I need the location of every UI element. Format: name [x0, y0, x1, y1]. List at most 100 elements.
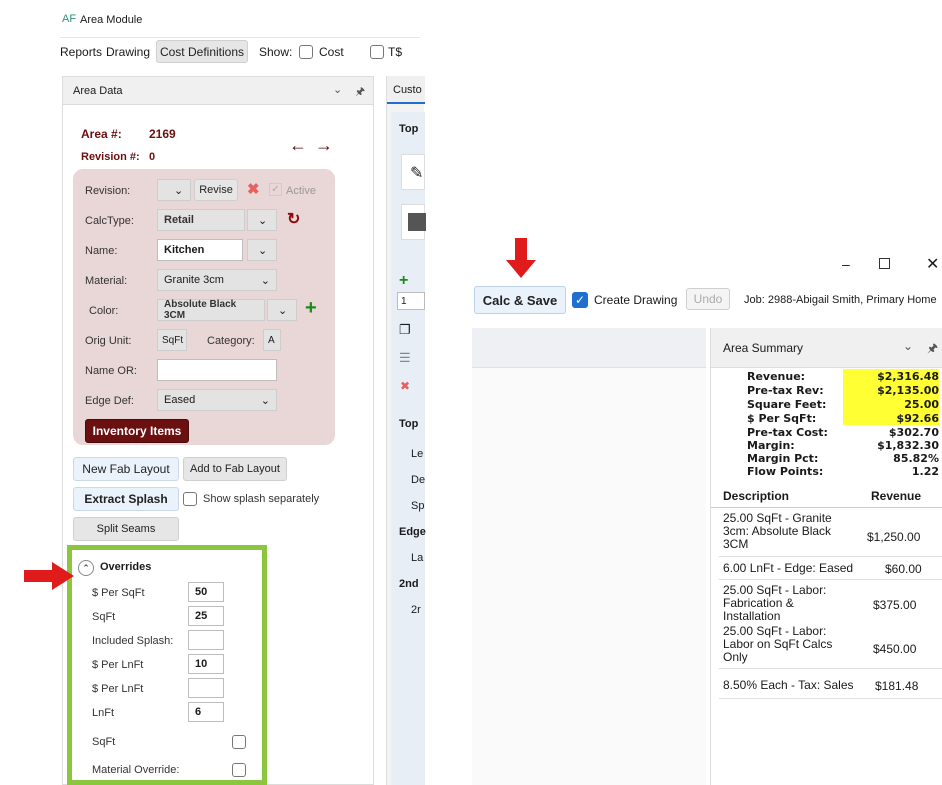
extract-splash-button[interactable]: Extract Splash — [73, 487, 179, 511]
delete-x-icon[interactable]: ✖ — [247, 180, 260, 198]
color-dropdown[interactable]: ⌄ — [267, 299, 297, 321]
active-label: Active — [286, 185, 316, 197]
pin-icon[interactable]: 🖈 — [355, 83, 365, 102]
new-fab-layout-button[interactable]: New Fab Layout — [73, 457, 179, 481]
inventory-items-button[interactable]: Inventory Items — [85, 419, 189, 443]
col-revenue: Revenue — [871, 489, 922, 503]
name-or-field[interactable] — [157, 359, 277, 381]
pencil-icon-button[interactable]: ✎ — [401, 154, 425, 190]
minimize-icon[interactable]: – — [842, 256, 850, 272]
undo-button[interactable]: Undo — [686, 288, 730, 310]
panel-title: Area Data — [73, 85, 123, 97]
panel-header: Area Data ⌄ 🖈 — [63, 77, 373, 105]
collapse-chevron-icon[interactable]: ⌃ — [78, 560, 94, 576]
area-data-panel: Area Data ⌄ 🖈 Area #: 2169 Revision #: 0… — [62, 76, 374, 785]
area-number-label: Area #: — [81, 127, 122, 141]
line-description: 25.00 SqFt - Labor: Fabrication & Instal… — [723, 583, 827, 623]
material-dropdown[interactable]: Granite 3cm ⌄ — [157, 269, 277, 291]
overrides-section: ⌃ Overrides $ Per SqFt 50 SqFt 25 Includ… — [67, 545, 267, 785]
summary-label: Square Feet: — [747, 398, 827, 411]
show-label: Show: — [259, 45, 293, 59]
revision-number-value: 0 — [149, 151, 156, 163]
calctype-label: CalcType: — [85, 215, 134, 227]
override-field[interactable]: 50 — [188, 582, 224, 602]
summary-value: 25.00 — [904, 398, 939, 411]
active-check-icon[interactable]: ✓ — [269, 183, 282, 196]
cost-definitions-button[interactable]: Cost Definitions — [156, 40, 248, 63]
app-titlebar: AF Area Module — [60, 0, 420, 38]
material-value: Granite 3cm — [164, 274, 224, 286]
create-drawing-checkbox[interactable]: ✓ — [572, 292, 588, 308]
revise-button[interactable]: Revise — [194, 179, 238, 201]
override-field[interactable] — [188, 630, 224, 650]
chevron-down-icon[interactable]: ⌄ — [333, 83, 342, 96]
green-plus-icon[interactable]: + — [399, 272, 408, 290]
color-field[interactable]: Absolute Black 3CM — [157, 299, 265, 321]
summary-label: Pre-tax Rev: — [747, 384, 824, 397]
cost-checkbox[interactable] — [299, 45, 313, 59]
row-divider — [719, 668, 942, 669]
material-override-checkbox[interactable] — [232, 763, 246, 777]
override-field[interactable]: 25 — [188, 606, 224, 626]
show-splash-checkbox[interactable] — [183, 492, 197, 506]
calc-save-button[interactable]: Calc & Save — [474, 286, 566, 314]
add-plus-icon[interactable]: + — [305, 297, 317, 320]
calctype-field[interactable]: Retail — [157, 209, 245, 231]
revision-label: Revision: — [85, 185, 131, 197]
refresh-icon[interactable]: ↻ — [287, 209, 300, 229]
middle-panel: Custo Top ✎ + 1 ❐ ☰ ✖ Top Le De Sp Edge … — [386, 76, 426, 785]
dark-tile[interactable] — [401, 204, 426, 240]
spinner-field[interactable]: 1 — [397, 292, 425, 310]
sqft-checkbox[interactable] — [232, 735, 246, 749]
summary-label: Flow Points: — [747, 465, 824, 478]
overrides-title: Overrides — [100, 561, 152, 573]
name-dropdown[interactable]: ⌄ — [247, 239, 277, 261]
delete-icon[interactable]: ✖ — [400, 379, 410, 393]
calctype-dropdown[interactable]: ⌄ — [247, 209, 277, 231]
split-seams-button[interactable]: Split Seams — [73, 517, 179, 541]
row-label: Le — [411, 448, 424, 460]
close-icon[interactable]: ✕ — [926, 254, 939, 274]
row-divider — [719, 556, 942, 557]
add-fab-layout-button[interactable]: Add to Fab Layout — [183, 457, 287, 481]
override-field[interactable]: 10 — [188, 654, 224, 674]
edge-def-dropdown[interactable]: Eased ⌄ — [157, 389, 277, 411]
copy-icon[interactable]: ❐ — [399, 322, 411, 338]
override-field[interactable] — [188, 678, 224, 698]
override-field[interactable]: 6 — [188, 702, 224, 722]
row-divider — [719, 698, 942, 699]
chevron-down-icon: ⌄ — [260, 274, 270, 287]
top-label: Top — [399, 123, 419, 135]
sqft-check-label: SqFt — [92, 736, 116, 748]
revision-dropdown[interactable]: ⌄ — [157, 179, 191, 201]
category-label: Category: — [207, 335, 255, 347]
line-description: 8.50% Each - Tax: Sales — [723, 678, 854, 692]
job-label: Job: 2988-Abigail Smith, Primary Home — [744, 294, 937, 306]
left-blank-strip — [472, 328, 706, 785]
pin-icon[interactable]: 🖈 — [927, 339, 938, 360]
material-label: Material: — [85, 275, 128, 287]
middle-tab-header[interactable]: Custo — [387, 76, 425, 104]
arrow-right-icon[interactable]: → — [315, 135, 333, 156]
line-revenue: $375.00 — [873, 598, 917, 612]
ts-checkbox[interactable] — [370, 45, 384, 59]
chevron-down-icon[interactable]: ⌄ — [903, 339, 913, 353]
list-icon[interactable]: ☰ — [399, 350, 411, 366]
override-label: $ Per LnFt — [92, 659, 144, 671]
summary-label: Revenue: — [747, 370, 806, 383]
name-field[interactable]: Kitchen — [157, 239, 243, 261]
edge-def-label: Edge Def: — [85, 395, 134, 407]
maximize-icon[interactable] — [879, 258, 890, 269]
reports-menu[interactable]: Reports — [60, 45, 102, 59]
arrow-left-icon[interactable]: ← — [289, 135, 307, 156]
row-divider — [719, 579, 942, 580]
summary-value: $302.70 — [888, 426, 939, 439]
red-arrow-down-icon — [506, 238, 536, 278]
strip-header — [472, 328, 706, 368]
create-drawing-label: Create Drawing — [594, 293, 678, 307]
summary-label: $ Per SqFt: — [747, 412, 817, 425]
edge-label: Edge — [399, 526, 426, 538]
red-arrow-right-icon — [24, 562, 74, 590]
drawing-menu[interactable]: Drawing — [106, 45, 150, 59]
summary-label: Margin Pct: — [747, 452, 819, 465]
